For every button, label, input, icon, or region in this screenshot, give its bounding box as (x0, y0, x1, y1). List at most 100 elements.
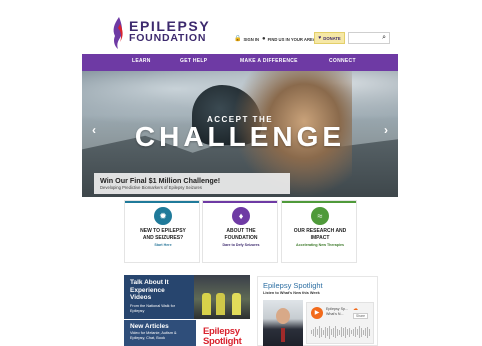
new-articles-tile[interactable]: New Articles Video for Melanie, Autism &… (124, 320, 196, 346)
card-accent-bar (203, 201, 277, 203)
card-about-foundation[interactable]: ♦ ABOUT THE FOUNDATION Dare to Defy Seiz… (202, 200, 278, 263)
card-research-impact[interactable]: ≈ OUR RESEARCH AND IMPACT Accelerating N… (281, 200, 357, 263)
play-icon[interactable]: ▶ (311, 307, 323, 319)
waveform-bar (347, 329, 348, 335)
waveform-bar (329, 325, 330, 339)
waveform-bar (311, 330, 312, 334)
search-input[interactable]: ⌕ (348, 32, 390, 44)
hero-caption-title: Win Our Final $1 Million Challenge! (100, 176, 221, 185)
waveform-bar (359, 326, 360, 338)
feature-cards: ✹ NEW TO EPILEPSY AND SEIZURES? Start He… (124, 200, 357, 263)
hero-caption-subtitle: Developing Predictive Biomarkers of Epil… (100, 185, 202, 190)
speaker-face (276, 308, 290, 324)
card-title-line-2: FOUNDATION (224, 234, 258, 241)
walk-photo (194, 275, 250, 319)
waveform-bar (313, 328, 314, 336)
find-us-link[interactable]: ● FIND US IN YOUR AREA (262, 36, 316, 42)
photo-figure (232, 293, 241, 315)
hero-carousel[interactable]: ACCEPT THE CHALLENGE ‹ › Win Our Final $… (82, 71, 398, 197)
donate-button[interactable]: ♥ DONATE (314, 32, 345, 44)
spotlight-heading: Epilepsy Spotlight (263, 281, 323, 290)
card-link[interactable]: Start Here (127, 243, 199, 247)
search-icon[interactable]: ⌕ (382, 34, 386, 42)
waveform-bar (319, 326, 320, 338)
main-nav: LEARN GET HELP MAKE A DIFFERENCE CONNECT (82, 54, 398, 71)
sparkle-icon: ✹ (154, 207, 172, 225)
waveform-bar (341, 327, 342, 337)
nav-item-connect[interactable]: CONNECT (329, 58, 356, 64)
find-us-label: FIND US IN YOUR AREA (267, 36, 316, 42)
header: EPILEPSY FOUNDATION 🔒 SIGN IN ● FIND US … (82, 12, 398, 54)
waveform-bar (333, 327, 334, 337)
card-title-line-1: OUR RESEARCH AND (293, 228, 347, 234)
card-link[interactable]: Dare to Defy Seizures (205, 243, 277, 247)
video-tile-subtitle: From the National Walk for Epilepsy (130, 303, 176, 313)
waveform-bar (331, 329, 332, 335)
card-accent-bar (282, 201, 356, 203)
card-new-to-epilepsy[interactable]: ✹ NEW TO EPILEPSY AND SEIZURES? Start He… (124, 200, 200, 263)
waveform-bar (321, 327, 322, 337)
waveform-bar (339, 329, 340, 335)
hero-caption[interactable]: Win Our Final $1 Million Challenge! Deve… (94, 173, 290, 194)
flame-icon: ♦ (232, 207, 250, 225)
next-slide-icon[interactable]: › (384, 123, 388, 137)
card-title: NEW TO EPILEPSY AND SEIZURES? (127, 228, 199, 241)
waveform-bar (353, 328, 354, 336)
soundcloud-icon[interactable]: ☁ (353, 306, 358, 312)
nav-item-get-help[interactable]: GET HELP (180, 58, 207, 64)
experience-videos-tile[interactable]: Talk About It Experience Videos From the… (124, 275, 250, 319)
donate-label: DONATE (323, 35, 341, 41)
waveform-bar (315, 327, 316, 337)
map-pin-icon: ● (262, 36, 266, 42)
nav-item-learn[interactable]: LEARN (132, 58, 151, 64)
logo-text[interactable]: EPILEPSY FOUNDATION (129, 19, 210, 44)
waveform-bar (335, 326, 336, 338)
waveform-bar (361, 327, 362, 337)
experience-videos-text: Talk About It Experience Videos From the… (130, 279, 186, 314)
prev-slide-icon[interactable]: ‹ (92, 123, 96, 137)
video-tile-title-2: Experience Videos (130, 286, 165, 302)
card-title-line-1: NEW TO EPILEPSY (140, 228, 186, 234)
sign-in-link[interactable]: 🔒 SIGN IN (234, 36, 259, 42)
waveform-bar (365, 328, 366, 336)
share-button[interactable]: Share (353, 313, 369, 319)
waveform-bar (369, 328, 370, 336)
waveform-bar (343, 328, 344, 336)
photo-figure (202, 293, 211, 315)
waveform-bar (323, 329, 324, 335)
card-title-line-1: ABOUT THE (226, 228, 256, 234)
waveform-bar (317, 329, 318, 335)
sign-in-label: SIGN IN (243, 36, 260, 42)
waveform-bar (367, 326, 368, 338)
flame-logo-icon[interactable] (110, 16, 126, 50)
nav-item-make-a-difference[interactable]: MAKE A DIFFERENCE (240, 58, 298, 64)
articles-subtitle: Video for Melanie, Autism & Epilepsy, Ch… (130, 331, 177, 340)
card-title-line-2: IMPACT (310, 234, 330, 241)
waveform-bar (337, 328, 338, 336)
magazine-tile[interactable]: Epilepsy Spotlight (197, 320, 250, 346)
waveform-bar (351, 330, 352, 334)
card-title: OUR RESEARCH AND IMPACT (284, 228, 356, 241)
magazine-title-2: Spotlight (203, 336, 242, 346)
hero-challenge-text: CHALLENGE (134, 121, 346, 152)
lock-icon: 🔒 (234, 36, 242, 42)
waveform-bar (327, 328, 328, 336)
spotlight-panel: Epilepsy Spotlight Listen to What's New … (257, 276, 378, 346)
audio-player[interactable]: ▶ Epilepsy Sp... What's N... ☁ Share (306, 302, 374, 344)
heart-icon: ♥ (318, 35, 322, 41)
spotlight-subheading: Listen to What's New this Week (263, 291, 320, 295)
card-title-line-2: AND SEIZURES? (142, 234, 184, 241)
card-link[interactable]: Accelerating New Therapies (284, 243, 356, 247)
speaker-photo (263, 300, 303, 346)
waveform-bar (357, 329, 358, 335)
magazine-title: Epilepsy Spotlight (203, 327, 242, 346)
dna-icon: ≈ (311, 207, 329, 225)
track-title: Epilepsy Sp... What's N... (326, 307, 348, 316)
waveform-bar (345, 326, 346, 338)
waveform-bar (363, 329, 364, 335)
page: EPILEPSY FOUNDATION 🔒 SIGN IN ● FIND US … (0, 0, 482, 346)
waveform-bar (355, 327, 356, 337)
articles-title: New Articles (130, 323, 169, 330)
waveform[interactable] (311, 325, 371, 339)
card-title: ABOUT THE FOUNDATION (205, 228, 277, 241)
